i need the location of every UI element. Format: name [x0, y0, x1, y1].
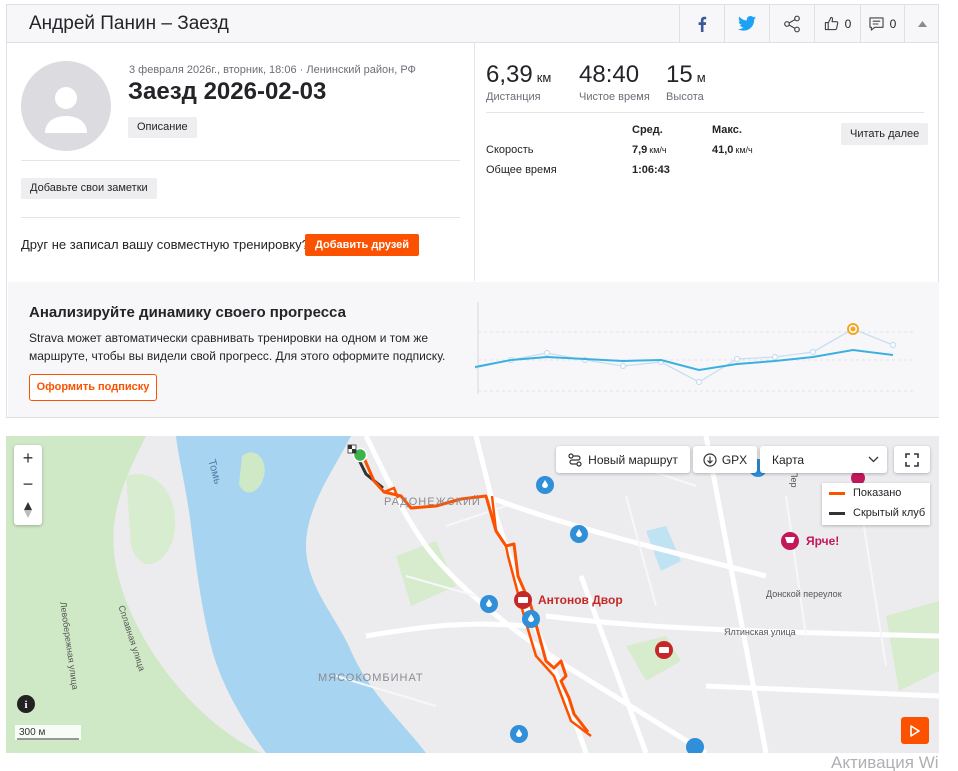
divider: [486, 112, 924, 113]
svg-text:i: i: [24, 699, 27, 711]
thumbs-up-icon: [824, 16, 838, 31]
zoom-controls: + −: [14, 445, 42, 525]
moving-time-value: 48:40: [579, 61, 640, 88]
ghost-effort-line: [475, 328, 894, 383]
comment-icon: [869, 16, 884, 31]
subscribe-button[interactable]: Оформить подписку: [29, 374, 157, 401]
route-icon: [568, 452, 582, 467]
max-speed: 41,0 км/ч: [712, 144, 753, 156]
twitter-icon: [738, 16, 756, 31]
reset-bearing-button[interactable]: [14, 497, 42, 523]
facebook-icon: [698, 16, 707, 32]
friend-prompt-text: Друг не записал вашу совместную трениров…: [21, 237, 309, 252]
max-speed-unit: км/ч: [735, 145, 753, 155]
activity-summary-card: 3 февраля 2026г., вторник, 18:06 · Ленин…: [6, 43, 939, 418]
poi-label-yarche[interactable]: Ярче!: [806, 534, 839, 548]
activity-title: Заезд 2026-02-03: [128, 78, 327, 105]
kudos-button[interactable]: 0: [814, 5, 860, 42]
progress-upsell-panel: Анализируйте динамику своего прогресса S…: [8, 282, 939, 417]
os-activation-watermark: Активация Wi: [831, 753, 939, 771]
divider: [21, 160, 460, 161]
elapsed-time-label: Общее время: [486, 164, 557, 176]
elapsed-time-value: 1:06:43: [632, 164, 670, 176]
add-friends-button[interactable]: Добавить друзей: [305, 234, 420, 256]
play-icon: [910, 724, 920, 737]
avg-speed: 7,9 км/ч: [632, 144, 667, 156]
activity-date-location: 3 февраля 2026г., вторник, 18:06 · Ленин…: [129, 64, 416, 76]
flyover-play-button[interactable]: [901, 717, 929, 744]
distance-unit: км: [536, 70, 552, 85]
avg-speed-value: 7,9: [632, 144, 648, 156]
add-notes-button[interactable]: Добавьте свои заметки: [21, 178, 157, 199]
legend-hidden-label: Скрытый клуб: [853, 507, 926, 519]
zoom-in-button[interactable]: +: [14, 445, 42, 471]
elevation-stat: 15 м: [666, 61, 706, 89]
comments-count: 0: [889, 16, 897, 31]
street-label-pereulok: Пер: [789, 471, 799, 488]
poi-label-antonov[interactable]: Антонов Двор: [538, 593, 623, 607]
new-route-button[interactable]: Новый маршрут: [556, 446, 690, 473]
legend-item-hidden: Скрытый клуб: [822, 503, 930, 523]
elevation-label: Высота: [666, 91, 704, 103]
download-icon: [703, 452, 717, 467]
distance-value: 6,39: [486, 61, 533, 88]
fullscreen-button[interactable]: [894, 446, 930, 473]
district-label-myasokombinat: МЯСОКОМБИНАТ: [318, 672, 424, 684]
elevation-value: 15: [666, 61, 693, 88]
gpx-label: GPX: [721, 452, 748, 467]
street-label-yaltinskaya: Ялтинская улица: [724, 627, 796, 637]
legend-shown-label: Показано: [853, 487, 902, 499]
collapse-button[interactable]: [904, 5, 939, 42]
zoom-out-button[interactable]: −: [14, 471, 42, 497]
avg-column-header: Сред.: [632, 124, 663, 136]
route-map[interactable]: i РАДОНЕЖСКИЙ МЯСОКОМБИНАТ Антонов Двор …: [6, 436, 939, 753]
activity-header: Андрей Панин – Заезд 0 0: [6, 4, 939, 43]
share-icon: [784, 15, 800, 32]
twitter-share-button[interactable]: [724, 5, 769, 42]
divider: [21, 217, 460, 218]
finish-flag-icon: [347, 444, 357, 454]
caret-up-icon: [917, 20, 927, 27]
legend-swatch-shown: [829, 491, 845, 495]
upsell-title: Анализируйте динамику своего прогресса: [29, 304, 346, 321]
chevron-down-icon: [868, 456, 879, 463]
description-button[interactable]: Описание: [128, 117, 197, 138]
moving-time-label: Чистое время: [579, 91, 650, 103]
legend-swatch-hidden: [829, 511, 845, 515]
share-button[interactable]: [769, 5, 814, 42]
distance-stat: 6,39 км: [486, 61, 551, 89]
avg-speed-unit: км/ч: [649, 145, 667, 155]
max-speed-value: 41,0: [712, 144, 734, 156]
facebook-share-button[interactable]: [679, 5, 724, 42]
comments-button[interactable]: 0: [860, 5, 904, 42]
avatar[interactable]: [21, 61, 111, 151]
gpx-download-button[interactable]: GPX: [693, 446, 757, 473]
fullscreen-icon: [905, 452, 919, 467]
moving-time-stat: 48:40: [579, 61, 639, 89]
page: Андрей Панин – Заезд 0 0 3 февраля 2026г…: [0, 0, 958, 771]
progress-preview-chart: [475, 302, 915, 394]
kudos-count: 0: [844, 16, 852, 31]
speed-label: Скорость: [486, 144, 534, 156]
map-legend: Показано Скрытый клуб: [822, 483, 930, 525]
elevation-unit: м: [696, 70, 706, 85]
district-label-radonezh: РАДОНЕЖСКИЙ: [384, 496, 481, 508]
legend-item-shown: Показано: [822, 483, 930, 503]
max-column-header: Макс.: [712, 124, 742, 136]
map-scale-label: 300 м: [19, 727, 46, 738]
map-type-value: Карта: [772, 452, 805, 467]
new-route-label: Новый маршрут: [588, 452, 678, 467]
compass-icon: [24, 502, 32, 518]
distance-label: Дистанция: [486, 91, 541, 103]
street-label-donskoy: Донской переулок: [766, 589, 842, 599]
user-placeholder-icon: [45, 87, 87, 133]
page-title: Андрей Панин – Заезд: [29, 13, 229, 34]
upsell-description: Strava может автоматически сравнивать тр…: [29, 331, 446, 363]
vertical-divider: [474, 43, 475, 281]
map-type-select[interactable]: Карта: [760, 446, 887, 473]
read-more-button[interactable]: Читать далее: [841, 123, 929, 145]
